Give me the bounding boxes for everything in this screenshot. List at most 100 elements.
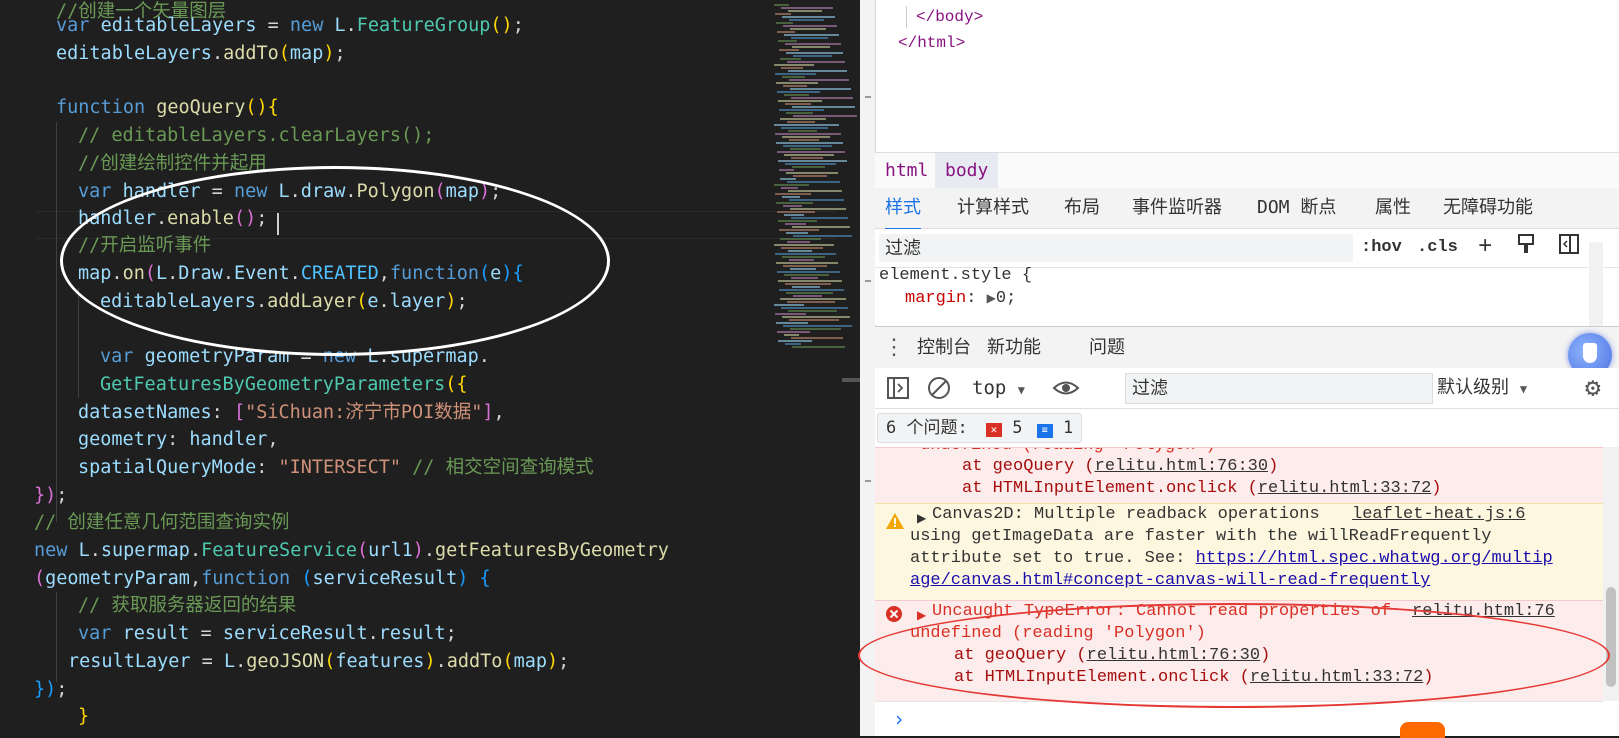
minimap-line: [774, 184, 809, 186]
warning-source-link[interactable]: leaflet-heat.js:6: [1352, 504, 1525, 526]
tab-whats-new[interactable]: 新功能: [987, 327, 1041, 368]
live-expression-eye-icon[interactable]: [1052, 376, 1080, 404]
style-scroll-up-icon[interactable]: [1589, 242, 1603, 328]
pane-divider[interactable]: [860, 0, 876, 736]
source-link[interactable]: relitu.html:76:30: [1095, 457, 1268, 476]
sidebar-toggle-icon[interactable]: [887, 377, 909, 403]
minimap-line: [781, 307, 848, 309]
minimap-line: [788, 130, 817, 132]
context-selector[interactable]: top ▼: [972, 377, 1025, 401]
styles-subtabs: 样式 计算样式 布局 事件监听器 DOM 断点 属性 无障碍功能: [875, 188, 1619, 230]
tab-layout[interactable]: 布局: [1064, 188, 1100, 228]
scroll-thumb[interactable]: [1606, 587, 1616, 687]
minimap-line: [793, 115, 857, 117]
margin-declaration[interactable]: margin: ▶0;: [905, 289, 1016, 308]
code-line[interactable]: GetFeaturesByGeometryParameters({: [100, 371, 468, 399]
crumb-body[interactable]: body: [935, 153, 999, 189]
tab-console[interactable]: 控制台: [903, 327, 985, 370]
tab-event-listeners[interactable]: 事件监听器: [1132, 188, 1222, 228]
source-close-body[interactable]: </body>: [916, 8, 983, 26]
minimap-line: [792, 46, 830, 48]
minimap-line: [790, 268, 816, 270]
spec-link[interactable]: https://html.spec.whatwg.org/multip: [1196, 549, 1553, 568]
error-icon: [885, 605, 903, 631]
code-line[interactable]: (geometryParam,function (serviceResult) …: [34, 565, 491, 593]
source-indent-guide: [906, 6, 907, 28]
tab-styles[interactable]: 样式: [885, 188, 921, 230]
console-filter-input[interactable]: 过滤: [1125, 373, 1433, 404]
hov-toggle[interactable]: :hov: [1361, 233, 1402, 263]
console-warning-message[interactable]: ▶ Canvas2D: Multiple readback operations…: [875, 503, 1603, 601]
minimap-line: [782, 16, 835, 18]
code-line[interactable]: var result = serviceResult.result;: [78, 620, 457, 648]
editor-scrollbar[interactable]: [842, 378, 860, 382]
minimap-line: [786, 232, 808, 234]
toggle-sidebar-icon[interactable]: [1558, 233, 1580, 267]
issues-counter[interactable]: 6 个问题: ✕ 5 ≡ 1: [877, 413, 1083, 443]
add-rule-icon[interactable]: +: [1478, 233, 1492, 263]
minimap-line: [780, 58, 801, 60]
code-line[interactable]: new L.supermap.FeatureService(url1).getF…: [34, 537, 669, 565]
code-line[interactable]: var editableLayers = new L.FeatureGroup(…: [56, 12, 524, 40]
minimap-line: [783, 325, 852, 327]
minimap-line: [791, 37, 828, 39]
tab-accessibility[interactable]: 无障碍功能: [1443, 188, 1533, 228]
clear-console-icon[interactable]: [927, 376, 951, 404]
minimap-line: [783, 85, 807, 87]
log-level-dropdown[interactable]: 默认级别 ▼: [1437, 377, 1527, 400]
minimap-line: [774, 4, 789, 6]
code-line[interactable]: spatialQueryMode: "INTERSECT" // 相交空间查询模…: [78, 454, 594, 482]
minimap-line: [782, 256, 825, 258]
minimap-line: [777, 211, 815, 213]
console-error-message[interactable]: undefined (reading 'Polygon') at geoQuer…: [875, 447, 1603, 504]
minimap[interactable]: [770, 0, 860, 360]
code-line[interactable]: // 创建任意几何范围查询实例: [34, 509, 289, 537]
minimap-line: [775, 193, 811, 195]
code-line[interactable]: resultLayer = L.geoJSON(features).addTo(…: [68, 648, 569, 676]
minimap-line: [789, 199, 844, 201]
expand-triangle-icon[interactable]: ▶: [987, 292, 996, 306]
minimap-line: [776, 82, 818, 84]
code-line[interactable]: });: [34, 482, 67, 510]
element-style-selector[interactable]: element.style {: [879, 266, 1032, 285]
code-line[interactable]: }: [78, 703, 89, 731]
minimap-line: [784, 94, 809, 96]
console-toolbar: top ▼ 过滤 默认级别 ▼ ⚙: [875, 368, 1619, 409]
tab-issues[interactable]: 问题: [1089, 327, 1125, 368]
spec-link[interactable]: age/canvas.html#concept-canvas-will-read…: [910, 570, 1430, 592]
minimap-line: [782, 136, 830, 138]
style-rules[interactable]: element.style { margin: ▶0;: [875, 242, 1603, 328]
code-line[interactable]: // editableLayers.clearLayers();: [78, 122, 434, 150]
tab-dom-breakpoints[interactable]: DOM 断点: [1257, 188, 1336, 228]
drawer-menu-icon[interactable]: ⋮: [883, 327, 905, 368]
minimap-line: [792, 106, 855, 108]
minimap-line: [789, 139, 819, 141]
code-line[interactable]: // 获取服务器返回的结果: [78, 592, 296, 620]
code-line[interactable]: });: [34, 676, 67, 704]
minimap-line: [785, 163, 836, 165]
crumb-html[interactable]: html: [875, 153, 938, 189]
minimap-line: [776, 142, 843, 144]
tab-properties[interactable]: 属性: [1375, 188, 1411, 228]
minimap-line: [775, 13, 791, 15]
code-line[interactable]: function geoQuery(){: [56, 94, 279, 122]
styles-filter-input[interactable]: 过滤: [879, 234, 1353, 262]
minimap-line: [778, 100, 822, 102]
minimap-line: [787, 61, 845, 63]
margin-value[interactable]: 0: [996, 289, 1006, 308]
minimap-line: [793, 175, 827, 177]
minimap-line: [777, 91, 820, 93]
cls-toggle[interactable]: .cls: [1417, 233, 1458, 263]
source-link[interactable]: relitu.html:33:72: [1258, 479, 1431, 498]
code-editor[interactable]: //创建一个矢量图层 var editableLayers = new L.Fea…: [0, 0, 860, 736]
paint-brush-icon[interactable]: [1517, 233, 1535, 267]
code-line[interactable]: datasetNames: ["SiChuan:济宁市POI数据"],: [78, 399, 505, 427]
margin-property[interactable]: margin: [905, 289, 966, 308]
source-close-html[interactable]: </html>: [898, 34, 965, 52]
console-settings-gear-icon[interactable]: ⚙: [1585, 375, 1601, 401]
tab-computed[interactable]: 计算样式: [957, 188, 1029, 228]
issues-error-count: 5: [1012, 418, 1023, 438]
minimap-line: [783, 145, 832, 147]
code-line[interactable]: editableLayers.addTo(map);: [56, 40, 346, 68]
code-line[interactable]: geometry: handler,: [78, 426, 279, 454]
